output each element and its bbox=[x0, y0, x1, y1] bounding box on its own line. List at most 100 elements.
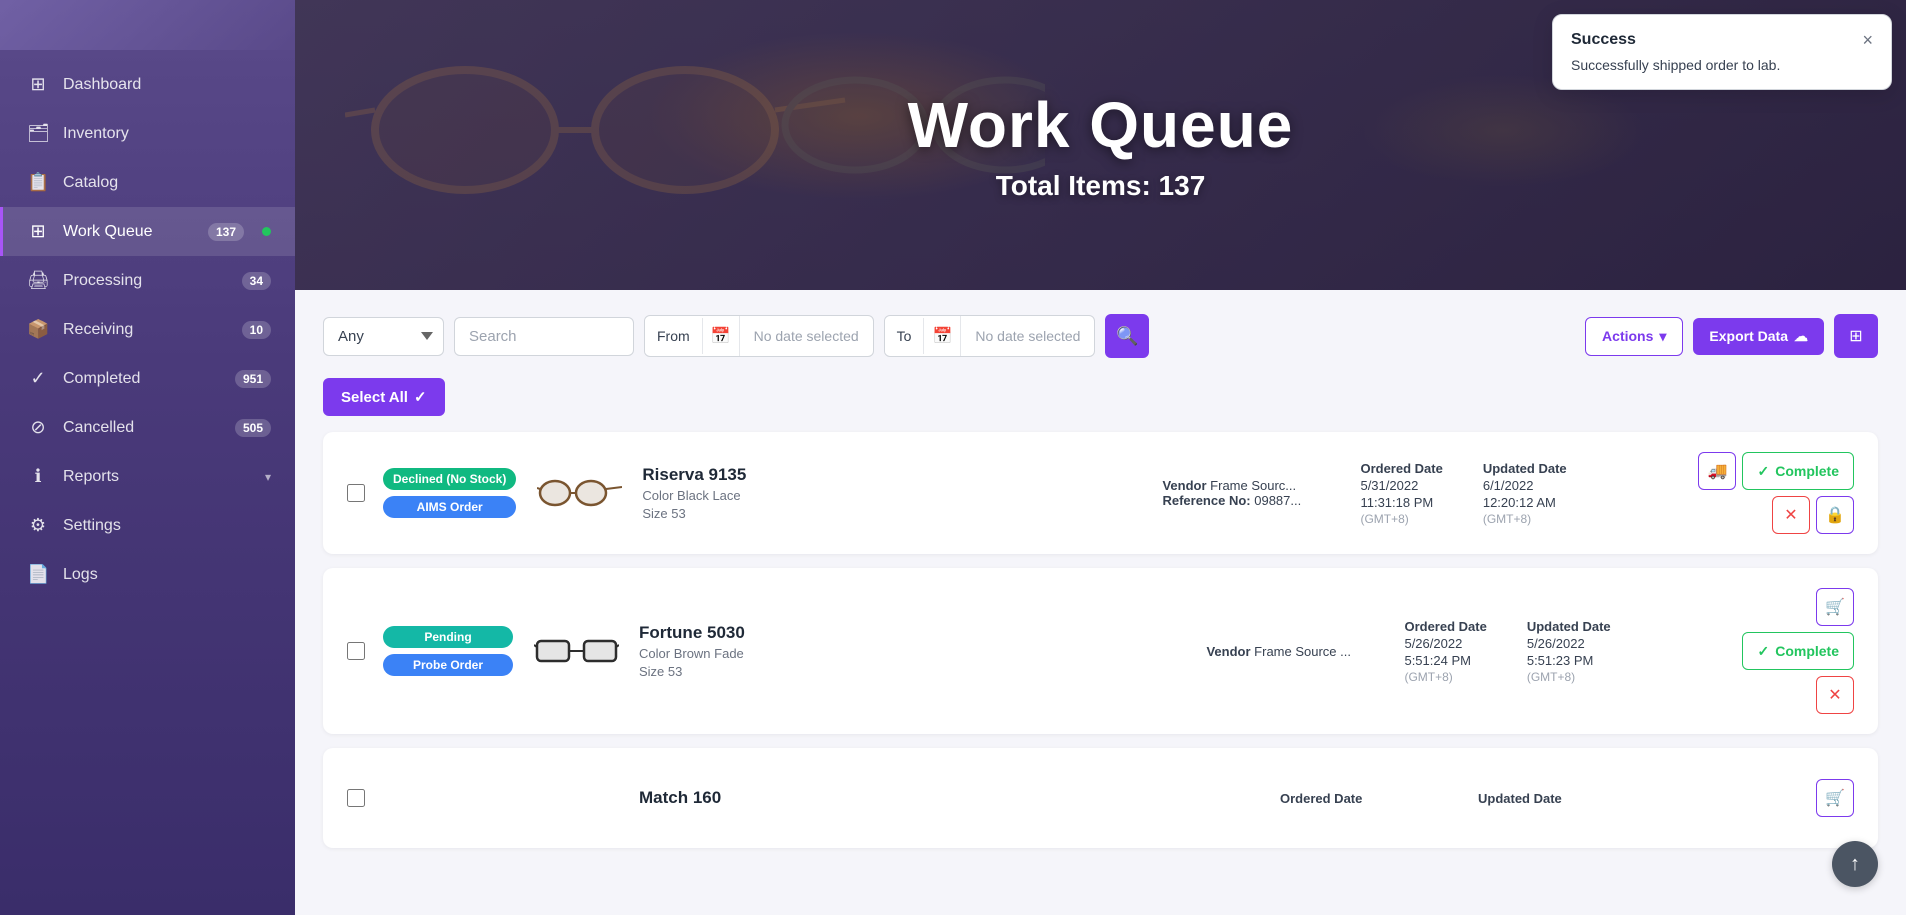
x-icon: ✕ bbox=[1784, 505, 1797, 525]
chevron-down-icon: ▾ bbox=[265, 470, 271, 484]
search-button[interactable]: 🔍 bbox=[1105, 314, 1149, 358]
action-row-top-1: 🚚 ✓ Complete bbox=[1698, 452, 1854, 490]
chevron-up-icon: ↑ bbox=[1850, 853, 1860, 876]
main-content: Work Queue Total Items: 137 Any Pending … bbox=[295, 0, 1906, 915]
from-date-placeholder: No date selected bbox=[740, 318, 873, 354]
search-input[interactable] bbox=[454, 317, 634, 356]
ordered-date-block-1: Ordered Date 5/31/2022 11:31:18 PM (GMT+… bbox=[1360, 461, 1442, 526]
toast-header: Success × bbox=[1571, 31, 1873, 49]
sidebar-item-logs[interactable]: 📄 Logs bbox=[0, 550, 295, 599]
content-area: Any Pending Processing Completed Cancell… bbox=[295, 290, 1906, 915]
select-all-label: Select All bbox=[341, 389, 408, 406]
sidebar-item-inventory[interactable]: 🗂 Inventory bbox=[0, 109, 295, 158]
order-actions-1: 🚚 ✓ Complete ✕ 🔒 bbox=[1698, 452, 1854, 534]
updated-date-value-1: 6/1/2022 bbox=[1483, 478, 1567, 493]
ship-icon: 🚚 bbox=[1708, 461, 1728, 481]
from-date-group: From 📅 No date selected bbox=[644, 315, 874, 357]
catalog-icon: 📋 bbox=[27, 172, 49, 193]
toast-close-button[interactable]: × bbox=[1862, 31, 1873, 49]
checkmark-icon: ✓ bbox=[414, 388, 427, 406]
vendor-label: Vendor bbox=[1162, 478, 1206, 493]
order-checkbox-3[interactable] bbox=[347, 789, 365, 807]
ship-button-1[interactable]: 🚚 bbox=[1698, 452, 1736, 490]
cancel-button-1[interactable]: ✕ bbox=[1772, 496, 1810, 534]
complete-button-1[interactable]: ✓ Complete bbox=[1742, 452, 1854, 490]
order-name-2: Fortune 5030 bbox=[639, 623, 1188, 643]
sidebar-item-label: Catalog bbox=[63, 174, 271, 192]
order-vendor-1: Vendor Frame Sourc... Reference No: 0988… bbox=[1162, 478, 1342, 508]
sidebar-item-label: Cancelled bbox=[63, 419, 221, 437]
order-card: Declined (No Stock) AIMS Order Riserva 9… bbox=[323, 432, 1878, 554]
order-image-1 bbox=[534, 463, 624, 523]
complete-button-2[interactable]: ✓ Complete bbox=[1742, 632, 1854, 670]
updated-date-block-1: Updated Date 6/1/2022 12:20:12 AM (GMT+8… bbox=[1483, 461, 1567, 526]
sidebar-item-catalog[interactable]: 📋 Catalog bbox=[0, 158, 295, 207]
ordered-date-title-2: Ordered Date bbox=[1404, 619, 1486, 634]
order-checkbox-1[interactable] bbox=[347, 484, 365, 502]
type-badge-aims: AIMS Order bbox=[383, 496, 516, 518]
reference-label-1: Reference No: bbox=[1162, 493, 1250, 508]
vendor-name-1: Frame Sourc... bbox=[1210, 478, 1296, 493]
grid-view-button[interactable]: ⊞ bbox=[1834, 314, 1878, 358]
order-checkbox-2[interactable] bbox=[347, 642, 365, 660]
order-image-3 bbox=[531, 768, 621, 828]
order-color-2: Color Brown Fade bbox=[639, 646, 1188, 661]
actions-button[interactable]: Actions ▾ bbox=[1585, 317, 1683, 356]
work-queue-badge: 137 bbox=[208, 223, 244, 241]
sidebar-item-completed[interactable]: ✓ Completed 951 bbox=[0, 354, 295, 403]
ordered-time-2: 5:51:24 PM bbox=[1404, 653, 1486, 668]
info-icon: 🔒 bbox=[1825, 505, 1845, 525]
chevron-down-icon: ▾ bbox=[1659, 328, 1666, 345]
select-all-button[interactable]: Select All ✓ bbox=[323, 378, 445, 416]
sidebar-item-label: Work Queue bbox=[63, 223, 194, 241]
updated-date-title-3: Updated Date bbox=[1478, 791, 1562, 806]
updated-tz-1: (GMT+8) bbox=[1483, 512, 1567, 526]
sidebar-item-dashboard[interactable]: ⊞ Dashboard bbox=[0, 60, 295, 109]
status-badge-declined: Declined (No Stock) bbox=[383, 468, 516, 490]
cancel-button-2[interactable]: ✕ bbox=[1816, 676, 1854, 714]
toast-title: Success bbox=[1571, 31, 1636, 49]
calendar-icon: 📅 bbox=[703, 316, 740, 356]
sidebar-item-label: Processing bbox=[63, 272, 228, 290]
sidebar-item-reports[interactable]: ℹ Reports ▾ bbox=[0, 452, 295, 501]
updated-date-value-2: 5/26/2022 bbox=[1527, 636, 1611, 651]
info-button-1[interactable]: 🔒 bbox=[1816, 496, 1854, 534]
from-label: From bbox=[645, 318, 703, 354]
sidebar-item-receiving[interactable]: 📦 Receiving 10 bbox=[0, 305, 295, 354]
glasses-image-round-brown bbox=[537, 471, 622, 516]
ordered-date-title-1: Ordered Date bbox=[1360, 461, 1442, 476]
cart-icon-3: 🛒 bbox=[1825, 788, 1845, 808]
sidebar-item-cancelled[interactable]: ⊘ Cancelled 505 bbox=[0, 403, 295, 452]
sidebar-item-work-queue[interactable]: ⊞ Work Queue 137 bbox=[0, 207, 295, 256]
ship-button-2[interactable]: 🛒 bbox=[1816, 588, 1854, 626]
updated-time-2: 5:51:23 PM bbox=[1527, 653, 1611, 668]
sidebar-item-label: Reports bbox=[63, 468, 251, 486]
order-card-2: Pending Probe Order Fortune 5030 Color B… bbox=[323, 568, 1878, 734]
order-name-1: Riserva 9135 bbox=[642, 465, 1144, 485]
sidebar-item-label: Inventory bbox=[63, 125, 271, 143]
ordered-date-title-3: Ordered Date bbox=[1280, 791, 1362, 806]
vendor-label-2: Vendor bbox=[1206, 644, 1250, 659]
updated-date-title-2: Updated Date bbox=[1527, 619, 1611, 634]
ship-button-3[interactable]: 🛒 bbox=[1816, 779, 1854, 817]
order-actions-2: 🛒 ✓ Complete ✕ bbox=[1742, 588, 1854, 714]
sidebar-item-label: Settings bbox=[63, 517, 271, 535]
action-row-mid-2: ✓ Complete bbox=[1742, 632, 1854, 670]
receiving-badge: 10 bbox=[242, 321, 271, 339]
completed-badge: 951 bbox=[235, 370, 271, 388]
sidebar: ⊞ Dashboard 🗂 Inventory 📋 Catalog ⊞ Work… bbox=[0, 0, 295, 915]
status-filter-select[interactable]: Any Pending Processing Completed Cancell… bbox=[323, 317, 444, 356]
updated-time-1: 12:20:12 AM bbox=[1483, 495, 1567, 510]
order-size-2: Size 53 bbox=[639, 664, 1188, 679]
order-actions-3: 🛒 bbox=[1816, 779, 1854, 817]
action-row-bottom-2: ✕ bbox=[1816, 676, 1854, 714]
order-badges-1: Declined (No Stock) AIMS Order bbox=[383, 468, 516, 518]
order-vendor-2: Vendor Frame Source ... bbox=[1206, 644, 1386, 659]
export-data-button[interactable]: Export Data ☁ bbox=[1693, 318, 1824, 355]
scroll-to-top-button[interactable]: ↑ bbox=[1832, 841, 1878, 887]
inventory-icon: 🗂 bbox=[27, 123, 49, 144]
order-name-3: Match 160 bbox=[639, 788, 1262, 808]
sidebar-item-settings[interactable]: ⚙ Settings bbox=[0, 501, 295, 550]
sidebar-item-processing[interactable]: 🖨 Processing 34 bbox=[0, 256, 295, 305]
toast-notification: Success × Successfully shipped order to … bbox=[1552, 14, 1892, 90]
